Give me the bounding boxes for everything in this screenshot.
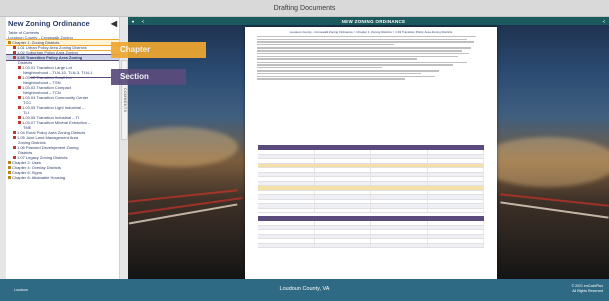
document-icon [18, 96, 21, 100]
document-page: Loudoun County - Crosswalk Zoning Ordina… [245, 27, 497, 279]
viewer-title: NEW ZONING ORDINANCE [341, 18, 406, 24]
document-icon [13, 156, 16, 160]
document-icon [13, 136, 16, 140]
section-callout: Section [111, 69, 186, 85]
viewer-toolbar: ● < NEW ZONING ORDINANCE < [128, 17, 609, 25]
document-icon [18, 106, 21, 110]
background-light-left [128, 127, 238, 167]
sidebar-title: New Zoning Ordinance [8, 19, 90, 28]
document-breadcrumb: Loudoun County - Crosswalk Zoning Ordina… [289, 30, 453, 34]
chapter-callout: Chapter [111, 42, 206, 58]
background-light-right [478, 137, 609, 187]
paragraph-1 [257, 36, 485, 46]
paragraph-3 [257, 61, 485, 69]
document-icon [18, 86, 21, 90]
tree-item-label: Chapter 8: Attainable Housing [12, 175, 66, 180]
document-icon [13, 51, 16, 55]
share-icon-right[interactable]: < [599, 19, 609, 24]
document-icon [13, 146, 16, 150]
app-title: Drafting Documents [273, 5, 336, 12]
document-icon [13, 56, 16, 60]
document-icon [13, 131, 16, 135]
tree-item[interactable]: Chapter 8: Attainable Housing [6, 175, 119, 180]
document-tree: Table of Contents Loudoun County - Crossw… [6, 30, 119, 180]
folder-icon [8, 171, 11, 175]
app-title-bar: Drafting Documents [0, 0, 609, 17]
comments-tab-label: COMMENTS [123, 87, 127, 113]
tree-item-label: 1.03.04 Transition Community Center [22, 95, 89, 100]
footer-county: Loudoun County, VA [279, 286, 330, 292]
folder-icon [8, 166, 11, 170]
chapter-callout-line [30, 50, 111, 51]
table-row [258, 243, 484, 248]
folder-icon [8, 176, 11, 180]
list-icon[interactable]: ● [128, 19, 138, 24]
tree-item-label: 1.03.07 Transition Mineral Extraction – [22, 120, 91, 125]
section-callout-label: Section [120, 72, 149, 81]
document-icon [18, 121, 21, 125]
table-row [258, 208, 484, 213]
footer-copyright-line2: All Rights Reserved [572, 289, 603, 293]
document-icon [18, 66, 21, 70]
document-icon [18, 76, 21, 80]
caret-left-icon[interactable]: ◀ [111, 19, 117, 28]
folder-icon [8, 41, 11, 45]
share-icon[interactable]: < [138, 19, 148, 24]
section-callout-line [30, 77, 111, 78]
sidebar-header: New Zoning Ordinance ◀ [6, 17, 119, 30]
standards-table [258, 145, 484, 248]
document-icon [18, 116, 21, 120]
paragraph-2 [257, 47, 485, 60]
footer: Loudoun Loudoun County, VA © 2021 enCode… [0, 279, 609, 301]
paragraph-4 [257, 70, 485, 80]
tree-item-label: 1.03.05 Transition Light Industrial – [22, 105, 85, 110]
document-icon [13, 46, 16, 50]
chapter-callout-label: Chapter [120, 45, 151, 54]
footer-copyright: © 2021 enCodePlus All Rights Reserved [572, 284, 603, 294]
folder-icon [8, 161, 11, 165]
sidebar: New Zoning Ordinance ◀ Table of Contents… [6, 17, 120, 279]
